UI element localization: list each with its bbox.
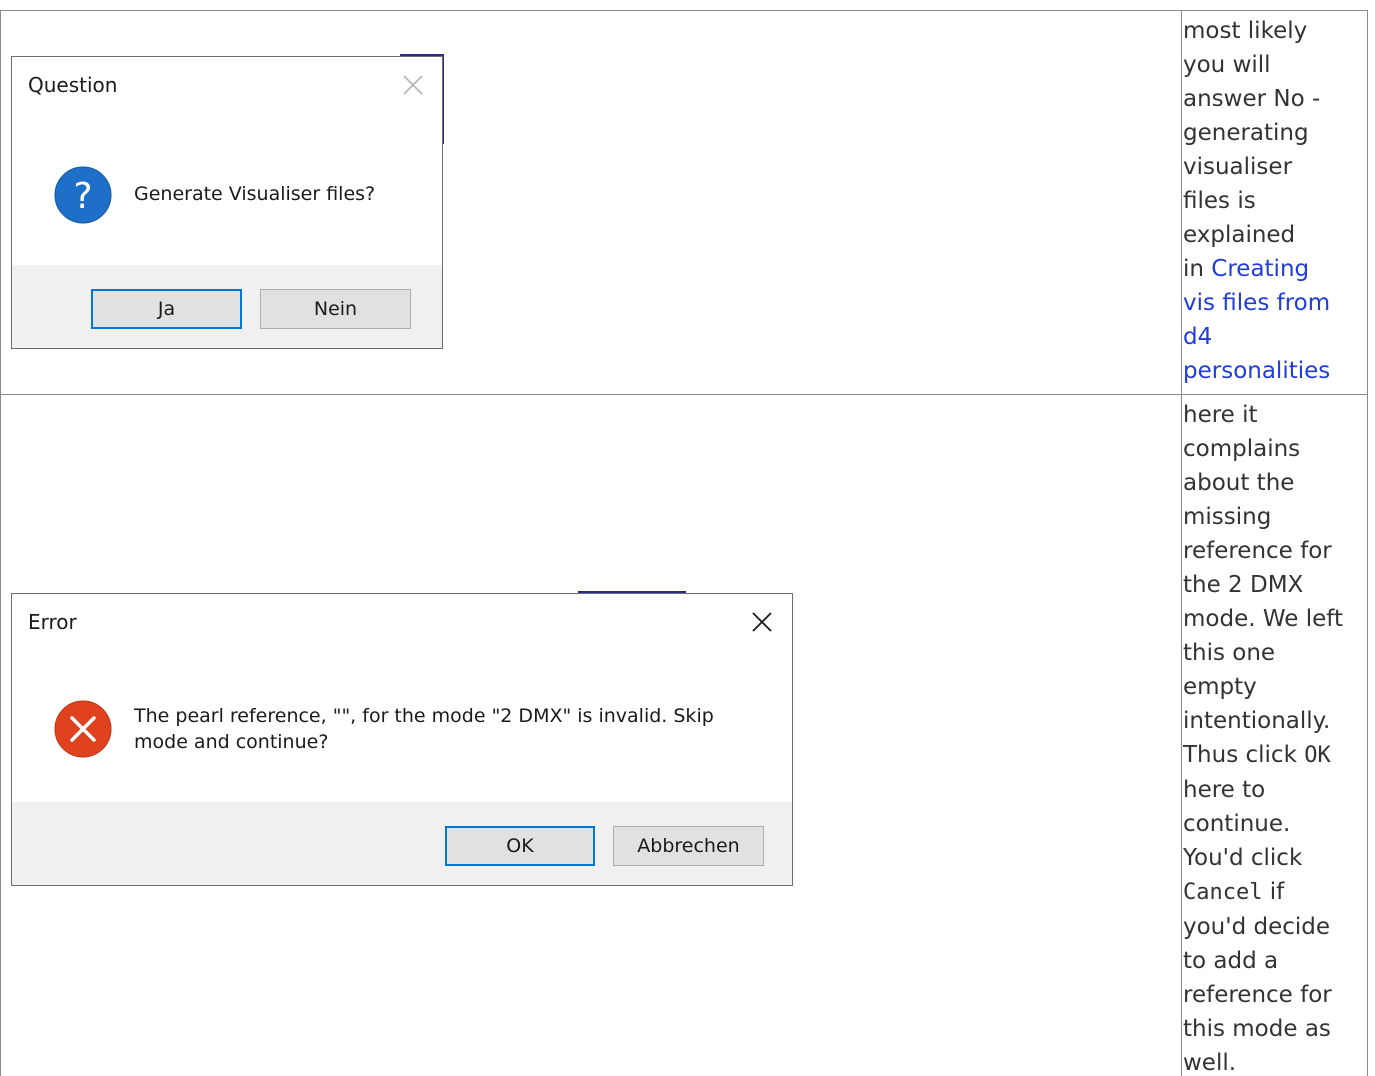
- document-table: Question ? Generate Visualiser files? Ja…: [0, 0, 1375, 1076]
- question-icon: ?: [54, 166, 112, 224]
- dialog-title: Error: [28, 610, 77, 634]
- note-row-2: here it complains about the missing refe…: [1183, 398, 1367, 1076]
- dialog-title: Question: [28, 73, 118, 97]
- note-row-1: most likely you will answer No - generat…: [1183, 14, 1367, 388]
- note-text: if you'd decide to add a reference for t…: [1183, 879, 1332, 1076]
- table-border-top: [0, 10, 1368, 11]
- ok-code: OK: [1304, 743, 1331, 768]
- svg-text:?: ?: [73, 176, 92, 217]
- dialog-message: The pearl reference, "", for the mode "2…: [134, 705, 714, 753]
- note-text: most likely you will answer No - generat…: [1183, 18, 1321, 282]
- close-icon[interactable]: [400, 72, 426, 98]
- question-dialog: Question ? Generate Visualiser files? Ja…: [11, 56, 443, 349]
- error-dialog: Error The pearl reference, "", for the m…: [11, 593, 793, 886]
- cancel-button[interactable]: Abbrechen: [613, 826, 764, 866]
- error-icon: [54, 700, 112, 758]
- close-icon[interactable]: [749, 609, 775, 635]
- note-text: here it complains about the missing refe…: [1183, 402, 1343, 768]
- dialog-message: Generate Visualiser files?: [134, 183, 376, 205]
- table-row-divider: [0, 394, 1368, 395]
- yes-button[interactable]: Ja: [91, 289, 242, 329]
- ok-button[interactable]: OK: [445, 826, 595, 866]
- table-border-right: [1367, 10, 1368, 1076]
- no-button[interactable]: Nein: [260, 289, 411, 329]
- table-column-divider: [1181, 10, 1182, 1076]
- table-border-left: [0, 10, 1, 1076]
- cancel-code: Cancel: [1183, 880, 1263, 905]
- note-text: here to continue. You'd click: [1183, 777, 1303, 871]
